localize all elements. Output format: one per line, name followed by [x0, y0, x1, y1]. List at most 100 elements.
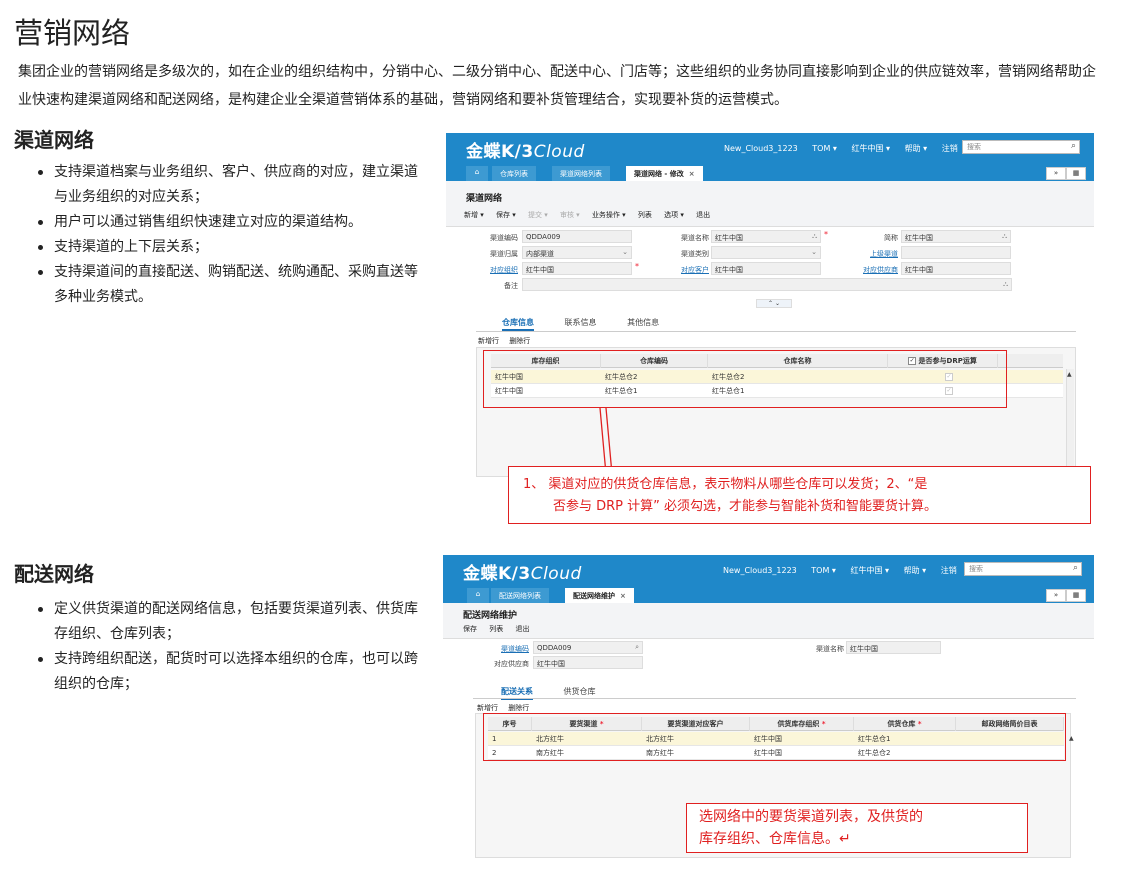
- topmenu-item[interactable]: TOM ▾: [811, 566, 836, 575]
- intro-paragraph: 集团企业的营销网络是多级次的，如在企业的组织结构中，分销中心、二级分销中心、配送…: [18, 64, 1096, 108]
- callout-text: 选网络中的要货渠道列表，及供货的: [699, 809, 923, 825]
- parent-channel-link[interactable]: 上级渠道: [850, 249, 898, 259]
- search-input[interactable]: 搜索 ⌕: [962, 140, 1080, 154]
- remark-field[interactable]: ⛬: [522, 278, 1012, 291]
- topmenu-item[interactable]: New_Cloud3_1223: [723, 566, 797, 575]
- chevron-down-icon[interactable]: »: [1046, 167, 1066, 180]
- org-link[interactable]: 对应组织: [470, 265, 518, 275]
- grid-menu-icon[interactable]: ▦: [1066, 589, 1086, 602]
- grid-toolbar: 新增行 删除行: [478, 336, 538, 346]
- app-topbar: 金蝶K/3Cloud New_Cloud3_1223 TOM ▾ 红牛中国 ▾ …: [443, 555, 1094, 585]
- belong-label: 渠道归属: [490, 250, 518, 258]
- tab-distribution-list[interactable]: 配送网络列表: [491, 588, 549, 603]
- search-input[interactable]: 搜索 ⌕: [964, 562, 1082, 576]
- toolbar-exit-button[interactable]: 退出: [515, 625, 529, 633]
- belong-select[interactable]: 内部渠道 ⌄: [522, 246, 632, 259]
- supplier-field[interactable]: 红牛中国: [533, 656, 643, 669]
- top-menu: New_Cloud3_1223 TOM ▾ 红牛中国 ▾ 帮助 ▾ 注销: [723, 565, 969, 576]
- section-title-channel: 渠道网络: [14, 128, 94, 152]
- tab-supply-warehouse[interactable]: 供货仓库: [564, 687, 596, 696]
- name-field[interactable]: 红牛中国 ⛬: [711, 230, 821, 243]
- channel-network-screenshot: 金蝶K/3Cloud New_Cloud3_1223 TOM ▾ 红牛中国 ▾ …: [446, 133, 1094, 521]
- code-field[interactable]: QDDA009 ⌕: [533, 641, 643, 654]
- name-label: 渠道名称: [681, 234, 709, 242]
- tab-contact-info[interactable]: 联系信息: [565, 318, 597, 327]
- scroll-up-icon[interactable]: ▲: [1067, 371, 1072, 378]
- tab-channel-list[interactable]: 渠道网络列表: [552, 166, 610, 181]
- name-field[interactable]: 红牛中国: [846, 641, 941, 654]
- delete-row-button[interactable]: 删除行: [509, 337, 530, 345]
- supplier-field[interactable]: 红牛中国: [901, 262, 1011, 275]
- remark-label: 备注: [504, 282, 518, 290]
- add-row-button[interactable]: 新增行: [477, 704, 498, 712]
- search-icon: ⌕: [1070, 141, 1076, 151]
- customer-field[interactable]: 红牛中国: [711, 262, 821, 275]
- type-label: 渠道类别: [681, 250, 709, 258]
- topmenu-item[interactable]: 帮助 ▾: [904, 566, 927, 575]
- form-toolbar: 新增 ▾ 保存 ▾ 提交 ▾ 审核 ▾ 业务操作 ▾ 列表 选项 ▾ 退出: [464, 210, 720, 220]
- topmenu-item[interactable]: 注销: [941, 566, 957, 575]
- toolbar-exit-button[interactable]: 退出: [696, 211, 710, 219]
- delete-row-button[interactable]: 删除行: [508, 704, 529, 712]
- app-logo: 金蝶K/3Cloud: [463, 564, 582, 584]
- chevron-down-icon[interactable]: »: [1046, 589, 1066, 602]
- toolbar-save-button[interactable]: 保存 ▾: [496, 211, 516, 219]
- home-icon[interactable]: ⌂: [467, 588, 489, 603]
- tab-warehouse-info[interactable]: 仓库信息: [502, 318, 534, 331]
- multilang-icon: ⛬: [1003, 280, 1008, 288]
- topmenu-item[interactable]: 帮助 ▾: [905, 144, 928, 153]
- code-field[interactable]: QDDA009: [522, 230, 632, 243]
- app-logo: 金蝶K/3Cloud: [466, 142, 585, 162]
- callout-text: 否参与 DRP 计算” 必须勾选，才能参与智能补货和智能要货计算。: [553, 499, 938, 514]
- short-name-field[interactable]: 红牛中国 ⛬: [901, 230, 1011, 243]
- toolbar-new-button[interactable]: 新增 ▾: [464, 211, 484, 219]
- tab-bar: ⌂ 配送网络列表 配送网络维护 ×: [443, 585, 1094, 603]
- chevron-down-icon: ⌄: [811, 248, 817, 256]
- distribution-bullet-list: 定义供货渠道的配送网络信息，包括要货渠道列表、供货库存组织、仓库列表； 支持跨组…: [34, 597, 426, 697]
- grid-menu-icon[interactable]: ▦: [1066, 167, 1086, 180]
- list-item: 定义供货渠道的配送网络信息，包括要货渠道列表、供货库存组织、仓库列表；: [34, 597, 426, 647]
- toolbar-submit-button[interactable]: 提交 ▾: [528, 211, 548, 219]
- topmenu-item[interactable]: 红牛中国 ▾: [851, 566, 890, 575]
- chevron-down-icon: ⌄: [622, 248, 628, 256]
- topmenu-item[interactable]: New_Cloud3_1223: [724, 144, 798, 153]
- collapse-toggle[interactable]: ⌃ ⌄: [756, 299, 792, 308]
- home-icon[interactable]: ⌂: [466, 166, 488, 181]
- list-item: 支持渠道的上下层关系；: [34, 235, 426, 260]
- close-icon: ×: [620, 592, 626, 600]
- tab-channel-edit[interactable]: 渠道网络 - 修改 ×: [626, 166, 703, 181]
- channel-bullet-list: 支持渠道档案与业务组织、客户、供应商的对应，建立渠道与业务组织的对应关系； 用户…: [34, 160, 426, 310]
- page-title: 营销网络: [14, 16, 131, 50]
- toolbar-audit-button[interactable]: 审核 ▾: [560, 211, 580, 219]
- toolbar-options-button[interactable]: 选项 ▾: [664, 211, 684, 219]
- topmenu-item[interactable]: TOM ▾: [812, 144, 837, 153]
- topmenu-item[interactable]: 红牛中国 ▾: [852, 144, 891, 153]
- tab-warehouse-list[interactable]: 仓库列表: [492, 166, 536, 181]
- toolbar-list-button[interactable]: 列表: [489, 625, 503, 633]
- code-label: 渠道编码: [490, 234, 518, 242]
- window-buttons: » ▦: [1046, 167, 1086, 180]
- scroll-up-icon[interactable]: ▲: [1069, 735, 1074, 742]
- detail-tabs: 配送关系 供货仓库: [501, 686, 624, 700]
- list-item: 用户可以通过销售组织快速建立对应的渠道结构。: [34, 210, 426, 235]
- parent-channel-field[interactable]: [901, 246, 1011, 259]
- type-select[interactable]: ⌄: [711, 246, 821, 259]
- topmenu-item[interactable]: 注销: [942, 144, 958, 153]
- tab-distribution-edit[interactable]: 配送网络维护 ×: [565, 588, 634, 603]
- add-row-button[interactable]: 新增行: [478, 337, 499, 345]
- customer-link[interactable]: 对应客户: [661, 265, 709, 275]
- close-icon: ×: [688, 170, 695, 178]
- toolbar-save-button[interactable]: 保存: [463, 625, 477, 633]
- callout-channel: 1、 渠道对应的供货仓库信息，表示物料从哪些仓库可以发货；2、“是 否参与 DR…: [508, 466, 1091, 524]
- section-title-distribution: 配送网络: [14, 562, 94, 586]
- form-title: 配送网络维护: [463, 611, 518, 621]
- toolbar-list-button[interactable]: 列表: [638, 211, 652, 219]
- list-item: 支持渠道间的直接配送、购销配送、统购通配、采购直送等多种业务模式。: [34, 260, 426, 310]
- supplier-link[interactable]: 对应供应商: [850, 265, 898, 275]
- tab-other-info[interactable]: 其他信息: [627, 318, 659, 327]
- toolbar-business-button[interactable]: 业务操作 ▾: [592, 211, 626, 219]
- list-item: 支持跨组织配送，配货时可以选择本组织的仓库，也可以跨组织的仓库；: [34, 647, 426, 697]
- code-link[interactable]: 渠道编码: [481, 644, 529, 654]
- org-field[interactable]: 红牛中国: [522, 262, 632, 275]
- callout-text: 1、 渠道对应的供货仓库信息，表示物料从哪些仓库可以发货；2、“是: [523, 477, 928, 492]
